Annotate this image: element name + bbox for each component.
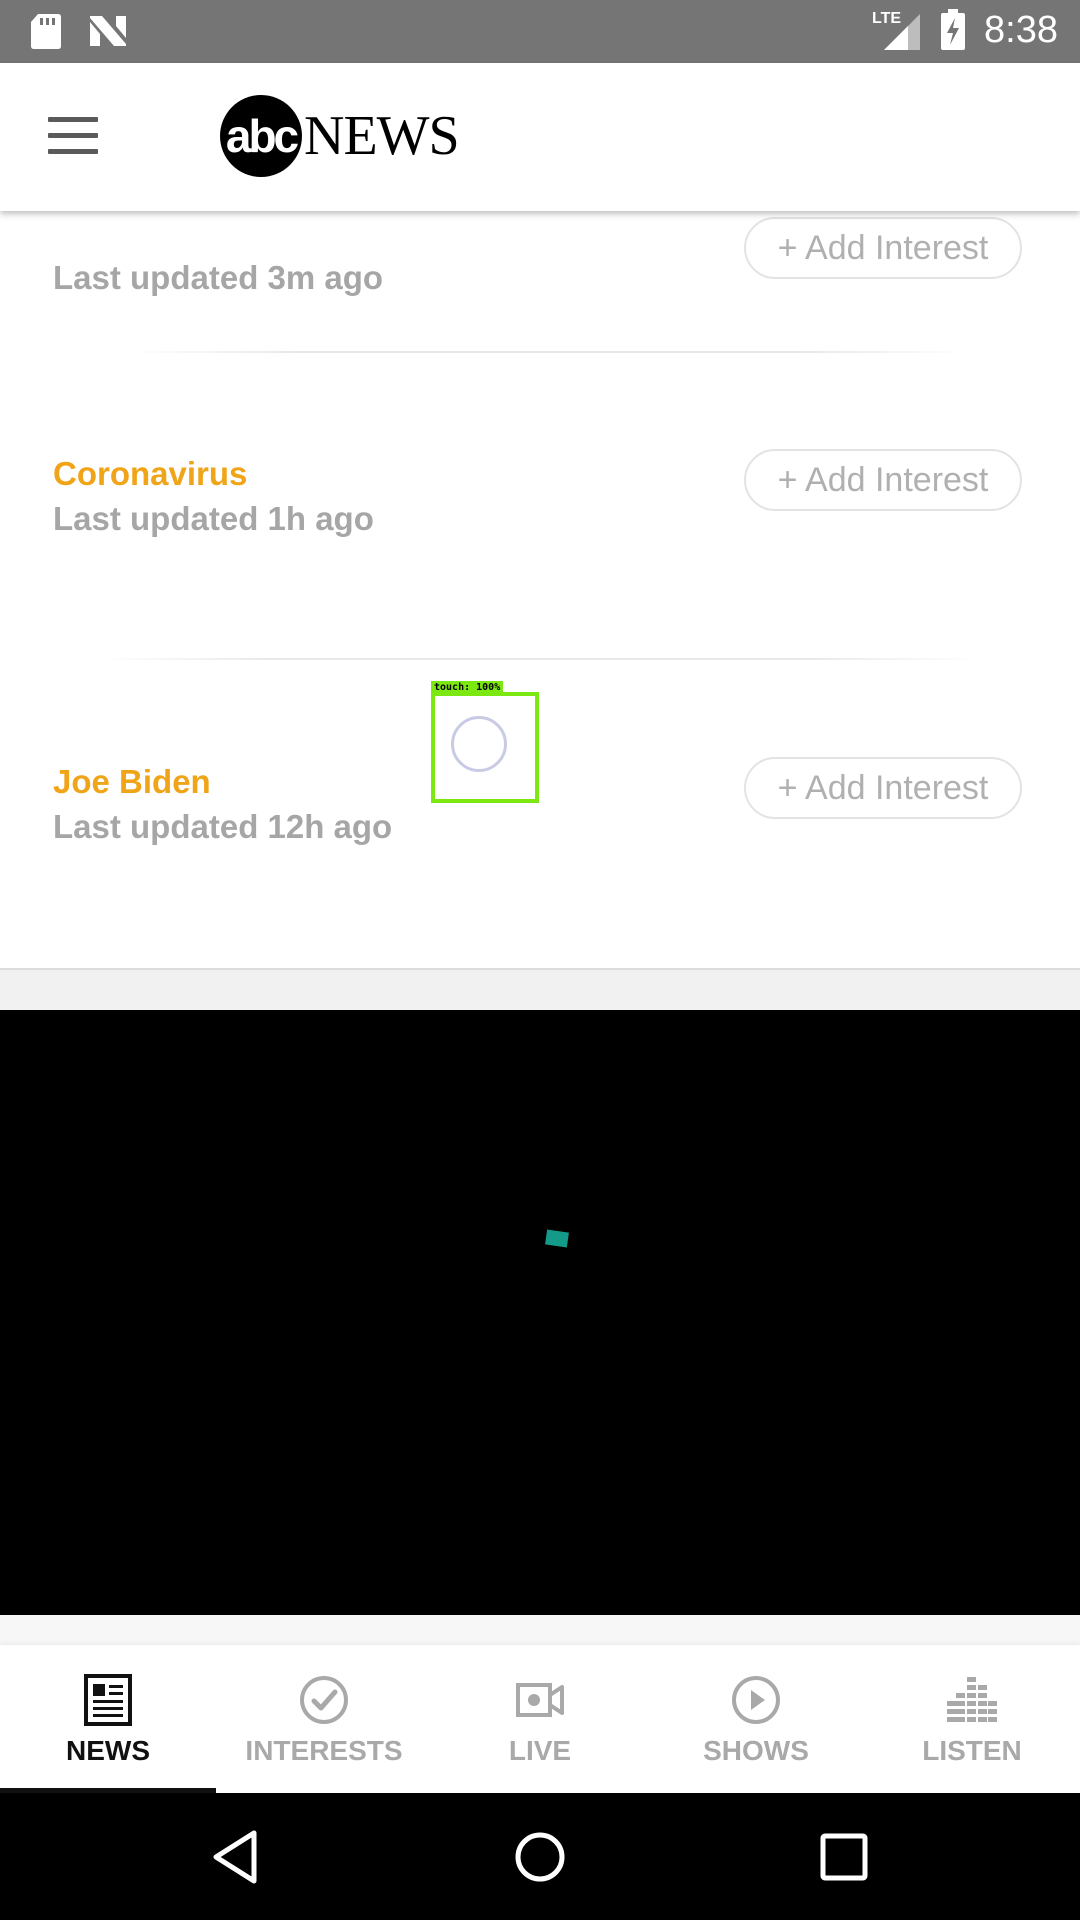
recents-icon[interactable]	[814, 1827, 874, 1887]
menu-icon[interactable]	[48, 117, 98, 157]
topic-title: Joe Biden	[53, 763, 211, 800]
touch-indicator	[451, 716, 507, 772]
home-icon[interactable]	[510, 1827, 570, 1887]
status-notifications	[30, 12, 128, 50]
clock: 8:38	[984, 8, 1058, 51]
topic-title: Coronavirus	[53, 455, 248, 492]
tab-label: INTERESTS	[245, 1735, 403, 1766]
topic-updated: Last updated 1h ago	[53, 500, 374, 537]
tab-label: LIVE	[508, 1735, 572, 1766]
status-bar: LTE 8:38	[0, 0, 1080, 63]
interests-list: Last updated 3m ago + Add Interest Coron…	[0, 211, 1080, 971]
system-navigation-bar	[0, 1793, 1080, 1920]
loading-indicator	[545, 1229, 569, 1248]
bottom-navigation: NEWS INTERESTS LIVE SHOWS LISTEN	[0, 1645, 1080, 1793]
tab-interests[interactable]: INTERESTS	[216, 1645, 432, 1793]
equalizer-icon	[947, 1677, 997, 1722]
tab-listen[interactable]: LISTEN	[864, 1645, 1080, 1793]
back-icon[interactable]	[206, 1827, 266, 1887]
signal-icon: LTE	[872, 8, 922, 52]
list-item[interactable]: Joe Biden Last updated 12h ago + Add Int…	[0, 757, 1080, 913]
list-item[interactable]: Coronavirus Last updated 1h ago + Add In…	[0, 449, 1080, 605]
tab-live[interactable]: LIVE	[432, 1645, 648, 1793]
section-separator	[0, 968, 1080, 1012]
play-circle-icon	[732, 1676, 780, 1724]
top-app-bar: abc NEWS	[0, 63, 1080, 211]
topic-updated: Last updated 3m ago	[53, 259, 384, 296]
tab-label: SHOWS	[703, 1735, 809, 1766]
divider	[130, 351, 970, 353]
checkmark-circle-icon	[300, 1676, 348, 1724]
divider	[100, 658, 980, 660]
add-interest-button[interactable]: + Add Interest	[744, 757, 1022, 819]
video-camera-icon	[516, 1683, 564, 1717]
abc-news-logo: abc NEWS	[220, 95, 460, 177]
logo-news-word: NEWS	[304, 105, 460, 167]
newspaper-icon	[84, 1674, 132, 1726]
topic-updated: Last updated 12h ago	[53, 808, 393, 845]
battery-charging-icon	[941, 9, 966, 50]
spacer	[0, 1615, 1080, 1645]
sd-card-icon	[31, 14, 61, 49]
add-interest-button[interactable]: + Add Interest	[744, 217, 1022, 279]
add-interest-button[interactable]: + Add Interest	[744, 449, 1022, 511]
tab-shows[interactable]: SHOWS	[648, 1645, 864, 1793]
logo-abc-mark: abc	[220, 95, 302, 177]
tab-label: LISTEN	[922, 1735, 1022, 1766]
video-player[interactable]	[0, 1010, 1080, 1615]
tab-news[interactable]: NEWS	[0, 1645, 216, 1793]
n-notification-icon	[90, 16, 126, 46]
tab-label: NEWS	[66, 1735, 150, 1766]
status-system: LTE 8:38	[872, 8, 1058, 52]
